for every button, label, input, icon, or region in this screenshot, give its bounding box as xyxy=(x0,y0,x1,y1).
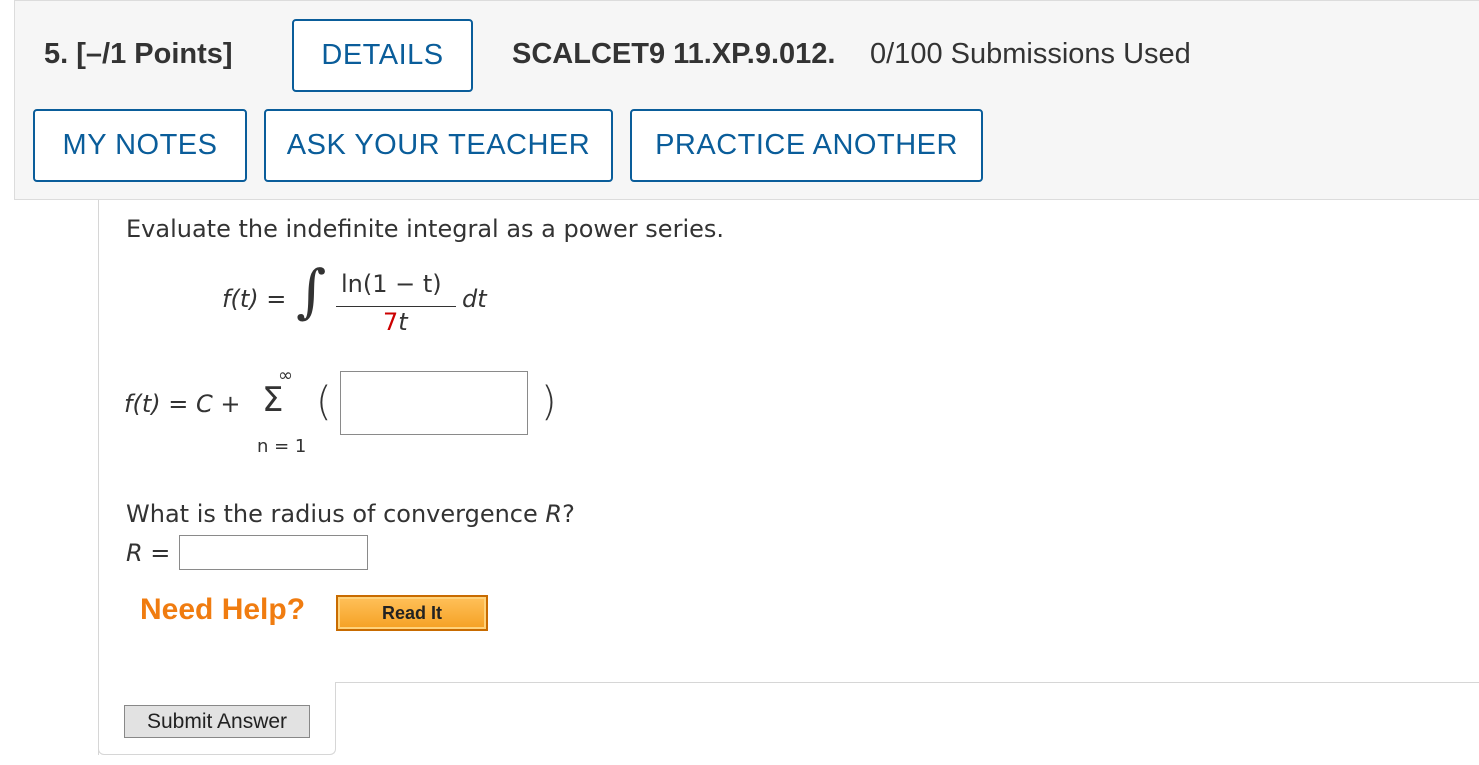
radius-prompt-text: What is the radius of convergence xyxy=(126,500,546,528)
radius-input[interactable] xyxy=(179,535,368,570)
radius-label: R = xyxy=(126,539,171,567)
denominator-coefficient: 7 xyxy=(383,308,399,336)
panel-divider xyxy=(336,682,1479,683)
differential: dt xyxy=(462,285,487,313)
my-notes-button[interactable]: MY NOTES xyxy=(33,109,247,182)
series-term-input[interactable] xyxy=(340,371,528,435)
close-paren: ) xyxy=(541,379,557,425)
denominator-variable: t xyxy=(398,308,408,336)
fraction-bar xyxy=(336,306,456,307)
sum-lower-limit: n = 1 xyxy=(257,436,307,457)
function-label: f(t) = xyxy=(222,285,287,313)
problem-code: SCALCET9 11.XP.9.012. xyxy=(512,38,836,70)
series-lhs: f(t) = C + xyxy=(124,390,241,418)
integral-sign: ∫ xyxy=(296,257,327,325)
integrand-numerator: ln(1 − t) xyxy=(341,270,442,298)
ask-your-teacher-button[interactable]: ASK YOUR TEACHER xyxy=(264,109,613,182)
radius-variable: R xyxy=(545,500,563,528)
radius-prompt: What is the radius of convergence R? xyxy=(126,500,575,528)
question-prompt: Evaluate the indefinite integral as a po… xyxy=(126,215,725,243)
practice-another-button[interactable]: PRACTICE ANOTHER xyxy=(630,109,983,182)
radius-prompt-question-mark: ? xyxy=(562,500,575,528)
submissions-count: 0/100 Submissions Used xyxy=(870,38,1191,70)
details-button[interactable]: DETAILS xyxy=(292,19,473,92)
need-help-label: Need Help? xyxy=(140,593,306,626)
read-it-button[interactable]: Read It xyxy=(336,595,488,631)
question-panel-border xyxy=(98,200,99,755)
integral-lhs: f(t) = xyxy=(222,285,286,313)
integrand-denominator: 7t xyxy=(383,308,408,336)
submit-answer-button[interactable]: Submit Answer xyxy=(124,705,310,738)
summation-symbol: Σ xyxy=(262,380,284,420)
open-paren: ( xyxy=(316,379,332,425)
question-points-label: 5. [–/1 Points] xyxy=(44,38,233,70)
